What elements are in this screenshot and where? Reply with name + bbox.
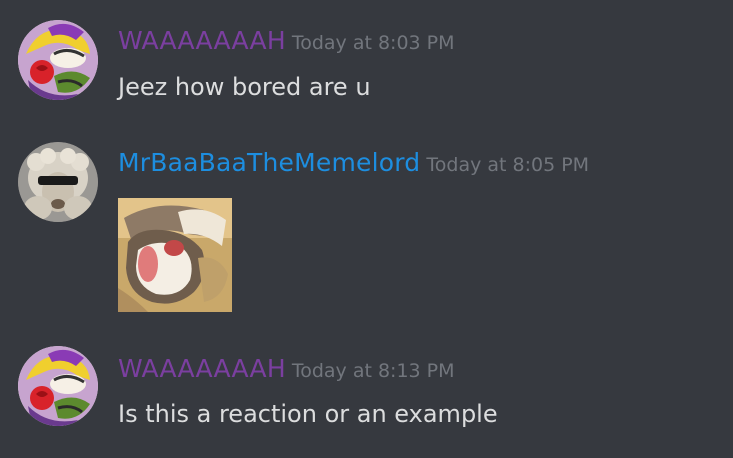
message-header: WAAAAAAAH Today at 8:13 PM bbox=[118, 356, 455, 381]
sheep-sunglasses-avatar-icon[interactable] bbox=[18, 142, 98, 222]
reaction-image-icon[interactable] bbox=[118, 198, 232, 312]
timestamp[interactable]: Today at 8:05 PM bbox=[426, 154, 589, 176]
message-text: Is this a reaction or an example bbox=[118, 400, 498, 428]
username[interactable]: WAAAAAAAH bbox=[118, 354, 286, 383]
message-text: Jeez how bored are u bbox=[118, 73, 371, 101]
chat-message-list: WAAAAAAAH Today at 8:03 PM Jeez how bored… bbox=[0, 0, 733, 458]
chat-message: WAAAAAAAH Today at 8:03 PM Jeez how bored… bbox=[0, 0, 733, 130]
username[interactable]: MrBaaBaaTheMemelord bbox=[118, 148, 420, 177]
chat-message: WAAAAAAAH Today at 8:13 PM Is this a reac… bbox=[0, 330, 733, 458]
wario-avatar-icon[interactable] bbox=[18, 20, 98, 100]
message-header: WAAAAAAAH Today at 8:03 PM bbox=[118, 28, 455, 53]
message-header: MrBaaBaaTheMemelord Today at 8:05 PM bbox=[118, 150, 589, 175]
timestamp[interactable]: Today at 8:03 PM bbox=[292, 32, 455, 54]
wario-avatar-icon[interactable] bbox=[18, 346, 98, 426]
timestamp[interactable]: Today at 8:13 PM bbox=[292, 360, 455, 382]
username[interactable]: WAAAAAAAH bbox=[118, 26, 286, 55]
chat-message: MrBaaBaaTheMemelord Today at 8:05 PM bbox=[0, 130, 733, 330]
